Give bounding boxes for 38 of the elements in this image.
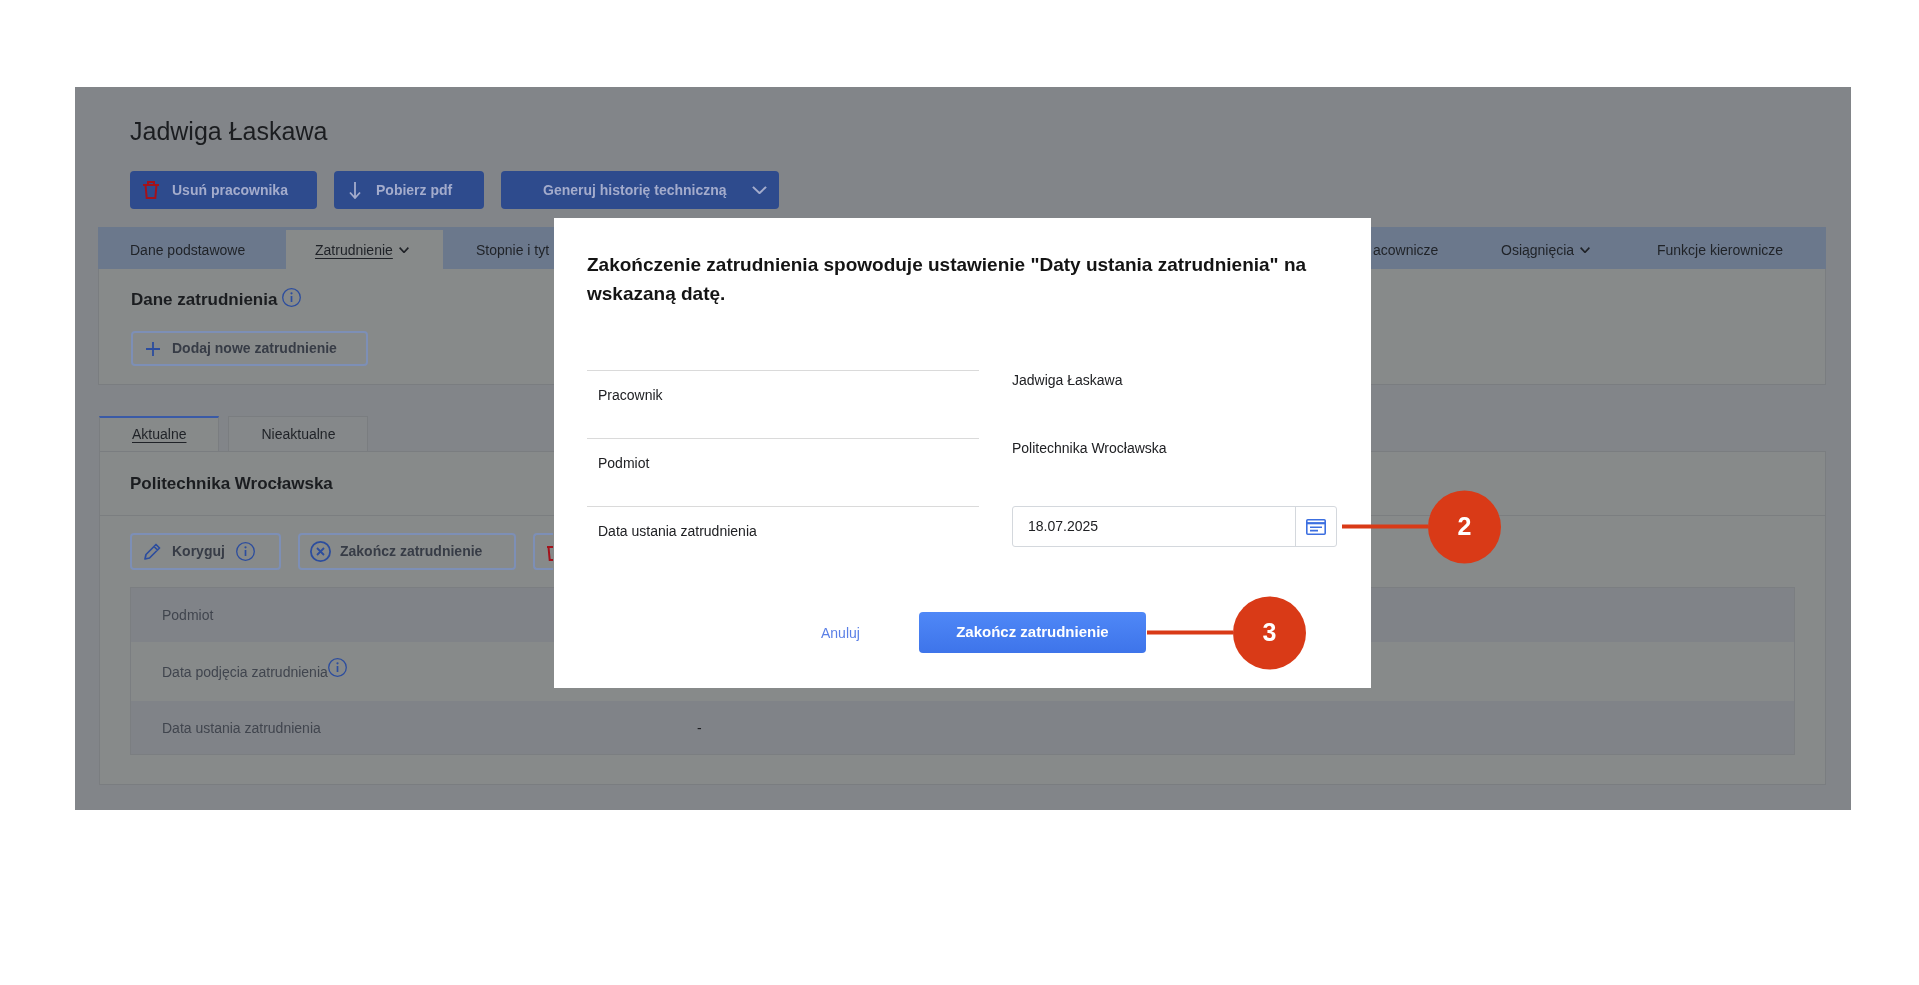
download-button[interactable]: Pobierz pdf bbox=[334, 171, 484, 209]
field-value: Politechnika Wrocławska bbox=[1012, 439, 1167, 458]
tab[interactable]: Nieaktualne bbox=[228, 416, 369, 451]
page-title: Jadwiga Łaskawa bbox=[130, 116, 328, 147]
date-field[interactable]: 18.07.2025 bbox=[1012, 506, 1337, 547]
row-label: Podmiot bbox=[162, 606, 214, 625]
end-employment-button[interactable]: Zakończ zatrudnienie bbox=[298, 533, 516, 570]
tab[interactable]: acownicze bbox=[1373, 239, 1439, 260]
row-label: Data podjęcia zatrudnienia bbox=[162, 662, 328, 682]
field-label: Data ustania zatrudnienia bbox=[598, 522, 757, 541]
tab[interactable]: Stopnie i tyt bbox=[476, 239, 550, 260]
field-label: Pracownik bbox=[598, 386, 663, 405]
trash-icon bbox=[143, 181, 159, 199]
step-marker: 3 bbox=[1232, 596, 1306, 669]
dialog-message: Zakończenie zatrudnienia spowoduje ustawienie "Daty ustania zatrudnienia" na wskazaną datę. bbox=[587, 253, 1308, 306]
tab[interactable]: Funkcje kierownicze bbox=[1657, 239, 1784, 260]
row-value: - bbox=[697, 718, 702, 738]
edit-button[interactable]: Koryguj bbox=[130, 533, 281, 570]
close-circle-icon bbox=[310, 541, 331, 562]
section-title: Dane zatrudnienia bbox=[131, 289, 278, 311]
chevron-down-icon bbox=[751, 186, 767, 194]
cancel-button[interactable]: Anuluj bbox=[821, 622, 860, 643]
card-title: Politechnika Wrocławska bbox=[130, 472, 333, 495]
add-button[interactable]: Dodaj nowe zatrudnienie bbox=[131, 331, 368, 366]
tab[interactable]: Zatrudnienie bbox=[286, 230, 443, 269]
dropdown-button[interactable]: Generuj historię techniczną bbox=[501, 171, 779, 209]
tab[interactable]: Osiągnięcia bbox=[1501, 239, 1591, 260]
calendar-icon bbox=[1306, 518, 1326, 535]
arrow-down-icon bbox=[349, 181, 361, 199]
confirm-button[interactable]: Zakończ zatrudnienie bbox=[918, 612, 1146, 653]
plus-icon bbox=[146, 341, 160, 356]
delete-button[interactable]: Usuń pracownika bbox=[130, 171, 317, 209]
field-value: Jadwiga Łaskawa bbox=[1012, 371, 1123, 390]
field-label: Podmiot bbox=[598, 454, 650, 473]
row-label: Data ustania zatrudnienia bbox=[162, 718, 321, 738]
tab[interactable]: Aktualne bbox=[99, 416, 220, 451]
pencil-icon bbox=[144, 543, 161, 560]
tab[interactable]: Dane podstawowe bbox=[130, 239, 246, 260]
